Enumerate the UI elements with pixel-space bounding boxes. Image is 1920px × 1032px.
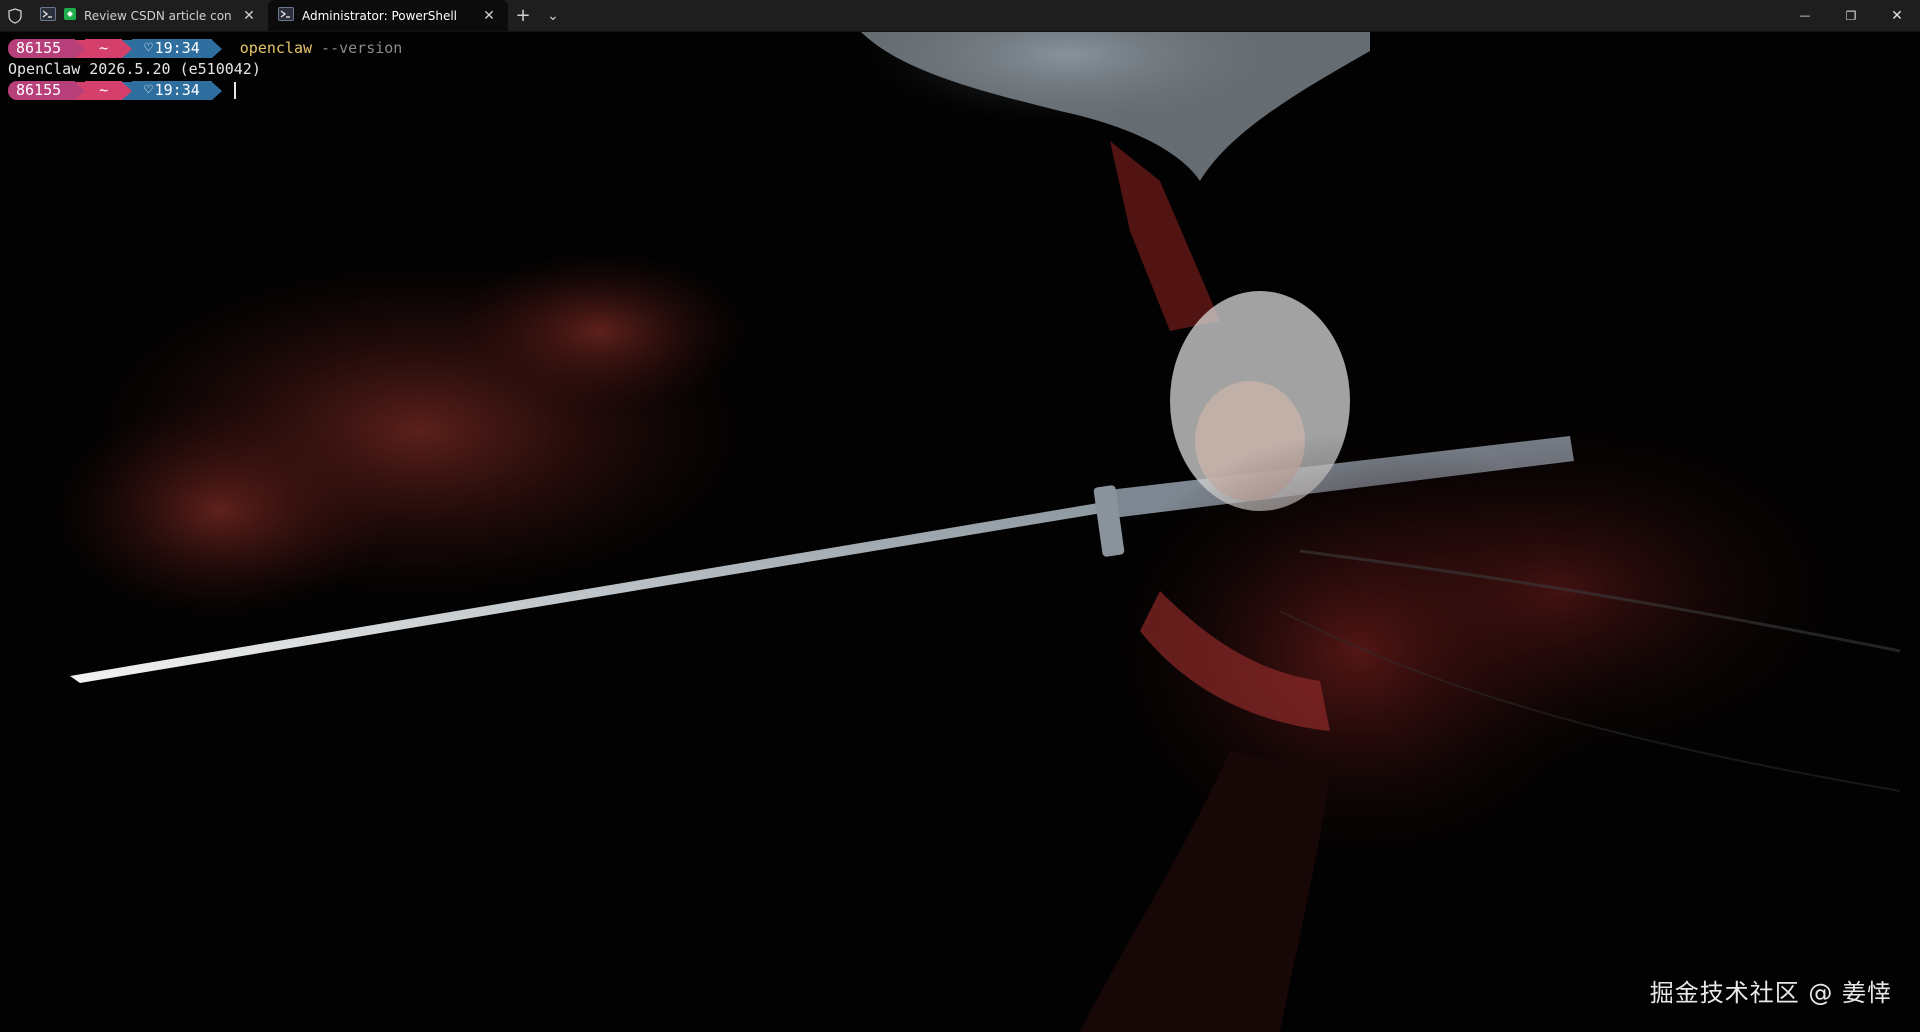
tab-title: Review CSDN article conte — [84, 8, 232, 23]
command-text: openclaw — [239, 39, 313, 57]
close-tab-icon[interactable]: ✕ — [480, 8, 498, 24]
minimize-button[interactable]: — — [1782, 0, 1828, 31]
new-tab-button[interactable]: + — [508, 0, 538, 31]
prompt-time: 19:34 — [154, 39, 200, 57]
prompt-separator — [122, 81, 133, 100]
powershell-icon — [278, 7, 294, 24]
shield-icon — [0, 0, 30, 31]
prompt-separator — [211, 81, 222, 100]
prompt-user-segment: 86155 — [8, 81, 76, 100]
prompt-separator — [211, 39, 222, 58]
powershell-icon — [40, 7, 56, 24]
text-cursor[interactable] — [233, 82, 236, 99]
tab-administrator-powershell[interactable]: Administrator: PowerShell ✕ — [268, 0, 508, 31]
tab-dropdown-button[interactable]: ⌄ — [538, 0, 568, 31]
prompt-time-segment: ♡ 19:34 — [132, 81, 212, 100]
output-line: OpenClaw 2026.5.20 (e510042) — [8, 60, 261, 78]
tab-title: Administrator: PowerShell — [302, 8, 458, 23]
prompt-time-segment: ♡ 19:34 — [132, 39, 212, 58]
prompt-time: 19:34 — [154, 81, 200, 99]
terminal-window: Review CSDN article conte ✕ Administrato… — [0, 0, 1920, 1032]
prompt-line: 86155 ~ ♡ 19:34 openclaw --version — [8, 38, 402, 59]
tab-review-csdn[interactable]: Review CSDN article conte ✕ — [30, 0, 268, 31]
maximize-button[interactable]: ❐ — [1828, 0, 1874, 31]
prompt-path-segment: ~ — [85, 39, 123, 58]
title-bar: Review CSDN article conte ✕ Administrato… — [0, 0, 1920, 32]
prompt-separator — [75, 39, 86, 58]
terminal-output[interactable]: 86155 ~ ♡ 19:34 openclaw --version OpenClaw … — [8, 38, 402, 101]
command-args: --version — [312, 39, 403, 57]
background-artwork — [0, 31, 1920, 1032]
prompt-path-segment: ~ — [85, 81, 123, 100]
prompt-separator — [75, 81, 86, 100]
heart-icon: ♡ — [144, 40, 153, 56]
close-tab-icon[interactable]: ✕ — [240, 8, 258, 24]
heart-icon: ♡ — [144, 82, 153, 98]
green-status-icon — [64, 8, 76, 23]
prompt-separator — [122, 39, 133, 58]
watermark: 掘金技术社区 @ 姜悻 — [1649, 979, 1892, 1007]
prompt-line: 86155 ~ ♡ 19:34 — [8, 80, 402, 101]
prompt-user-segment: 86155 — [8, 39, 76, 58]
close-window-button[interactable]: ✕ — [1874, 0, 1920, 31]
